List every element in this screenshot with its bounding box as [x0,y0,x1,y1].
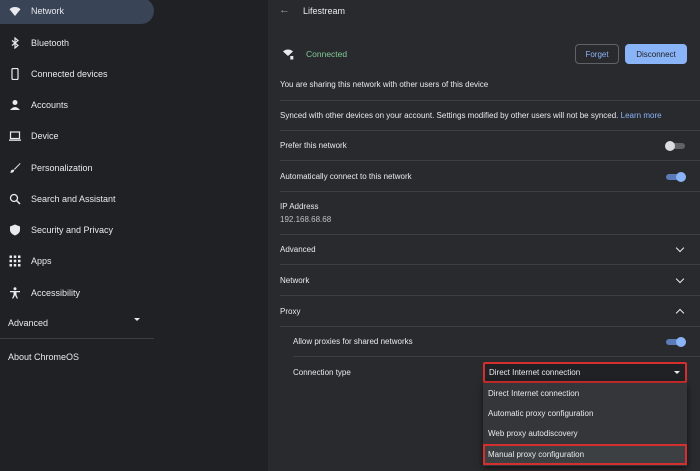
sidebar-about-chromeos[interactable]: About ChromeOS [8,352,79,362]
divider [280,130,700,131]
divider [280,160,700,161]
sidebar-item-label: Personalization [31,163,93,173]
divider [280,264,700,265]
prefer-network-toggle[interactable] [665,141,685,151]
sidebar-item-device[interactable]: Device [0,123,154,149]
section-proxy[interactable]: Proxy [280,307,300,316]
content-gutter [154,0,268,471]
allow-proxies-label: Allow proxies for shared networks [293,337,413,346]
person-icon [10,100,20,110]
sidebar-item-accounts[interactable]: Accounts [0,92,154,118]
apps-grid-icon [9,255,21,267]
auto-connect-toggle[interactable] [666,172,686,182]
sidebar-item-label: Network [31,6,65,16]
sidebar-item-connected-devices[interactable]: Connected devices [0,61,154,87]
connection-type-dropdown: Direct Internet connection Automatic pro… [483,383,687,466]
sharing-notice: You are sharing this network with other … [280,80,489,89]
accessibility-icon [10,287,20,299]
search-icon [9,193,21,205]
divider [0,338,154,339]
sidebar-item-label: Search and Assistant [31,194,116,204]
section-network[interactable]: Network [280,276,309,285]
wifi-icon [9,7,21,16]
ip-address-label: IP Address [280,202,319,211]
option-web-proxy-autodiscovery[interactable]: Web proxy autodiscovery [483,423,687,443]
sidebar-item-label: Accounts [31,100,69,110]
allow-proxies-toggle[interactable] [666,337,686,347]
sidebar-item-label: Device [31,131,59,141]
sidebar-item-personalization[interactable]: Personalization [0,155,154,181]
sidebar-item-label: Bluetooth [31,38,70,48]
page-title: Lifestream [303,6,346,16]
divider [280,100,700,101]
disconnect-button[interactable]: Disconnect [625,44,687,64]
back-arrow-icon[interactable]: ← [279,4,290,16]
connection-status: Connected [306,49,348,59]
brush-icon [10,163,21,173]
sidebar-item-security-and-privacy[interactable]: Security and Privacy [0,217,154,243]
sidebar-item-label: Connected devices [31,69,108,79]
chevron-down-icon [674,371,680,374]
sync-notice: Synced with other devices on your accoun… [280,111,662,120]
auto-connect-label: Automatically connect to this network [280,172,412,181]
option-manual-proxy[interactable]: Manual proxy configuration [483,444,687,465]
option-automatic-proxy[interactable]: Automatic proxy configuration [483,403,687,423]
divider [293,356,700,357]
divider [280,234,700,235]
sidebar-item-bluetooth[interactable]: Bluetooth [0,30,154,56]
selected-value: Direct Internet connection [489,368,581,377]
divider [280,295,700,296]
connection-type-select[interactable]: Direct Internet connection [483,362,687,383]
sidebar-item-network[interactable]: Network [0,0,154,24]
sidebar-item-label: Security and Privacy [31,225,114,235]
sidebar-advanced[interactable]: Advanced [8,318,48,328]
forget-button[interactable]: Forget [575,44,619,64]
sidebar-item-search-and-assistant[interactable]: Search and Assistant [0,186,154,212]
sync-text: Synced with other devices on your accoun… [280,111,619,120]
divider [280,191,700,192]
option-direct-internet[interactable]: Direct Internet connection [483,383,687,403]
sidebar-item-accessibility[interactable]: Accessibility [0,280,154,306]
sidebar-item-apps[interactable]: Apps [0,248,154,274]
prefer-network-label: Prefer this network [280,141,347,150]
ip-address-value: 192.168.68.68 [280,215,332,224]
wifi-icon [283,49,294,60]
shield-icon [10,224,20,236]
connection-type-label: Connection type [293,368,351,377]
bluetooth-icon [11,37,19,49]
learn-more-link[interactable]: Learn more [621,111,662,120]
sidebar-item-label: Accessibility [31,288,81,298]
divider [280,326,700,327]
sidebar: Network Bluetooth Connected devices Acco… [0,0,154,471]
phone-icon [11,68,19,80]
chevron-down-icon[interactable] [134,318,140,321]
laptop-icon [9,131,21,141]
section-advanced[interactable]: Advanced [280,245,316,254]
sidebar-item-label: Apps [31,256,52,266]
